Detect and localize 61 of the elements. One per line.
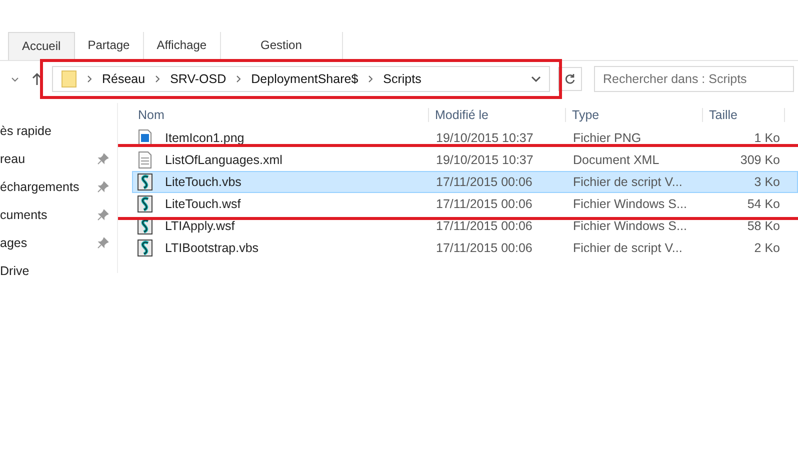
ribbon-tab[interactable]: Affichage xyxy=(144,32,221,60)
refresh-icon xyxy=(564,73,576,85)
modified-date: 19/10/2015 10:37 xyxy=(435,131,534,145)
folder-icon xyxy=(61,70,77,88)
ribbon-tab[interactable]: Accueil xyxy=(8,32,75,60)
file-name: LiteTouch.vbs xyxy=(164,175,242,189)
file-size: 309 Ko xyxy=(739,153,781,167)
nav-item[interactable]: ès rapide xyxy=(0,124,97,138)
script-file-icon xyxy=(137,195,153,213)
nav-item[interactable]: ages xyxy=(0,236,97,250)
file-size: 1 Ko xyxy=(753,131,781,145)
address-bar[interactable]: Réseau SRV-OSD DeploymentShare$ Scripts xyxy=(52,66,550,92)
script-file-icon xyxy=(137,173,153,191)
file-row[interactable]: LTIBootstrap.vbs 17/11/2015 00:06 Fichier de script V... 2 Ko xyxy=(132,237,798,259)
breadcrumb[interactable]: SRV-OSD xyxy=(170,72,226,86)
column-header[interactable]: Type xyxy=(566,108,703,122)
file-name: LTIApply.wsf xyxy=(164,219,235,233)
file-name: LiteTouch.wsf xyxy=(164,197,241,211)
file-size: 3 Ko xyxy=(753,175,781,189)
file-type: Fichier PNG xyxy=(572,131,642,145)
file-type: Fichier de script V... xyxy=(572,175,684,189)
nav-item[interactable]: échargements xyxy=(0,180,97,194)
breadcrumb[interactable]: Réseau xyxy=(102,72,146,86)
file-size: 2 Ko xyxy=(753,241,781,255)
file-row[interactable]: LiteTouch.wsf 17/11/2015 00:06 Fichier Windows S... 54 Ko xyxy=(132,193,798,215)
nav-item[interactable]: reau xyxy=(0,152,97,166)
chevron-right-icon xyxy=(367,75,374,83)
nav-item[interactable]: cuments xyxy=(0,208,97,222)
breadcrumb[interactable]: DeploymentShare$ xyxy=(251,72,358,86)
file-row[interactable]: LTIApply.wsf 17/11/2015 00:06 Fichier Windows S... 58 Ko xyxy=(132,215,798,237)
file-type: Fichier de script V... xyxy=(572,241,684,255)
file-row[interactable]: LiteTouch.vbs 17/11/2015 00:06 Fichier de script V... 3 Ko xyxy=(132,171,798,193)
file-type: Document XML xyxy=(572,153,660,167)
breadcrumb[interactable]: Scripts xyxy=(383,72,422,86)
script-file-icon xyxy=(137,239,153,257)
file-name: ItemIcon1.png xyxy=(164,131,244,145)
modified-date: 17/11/2015 00:06 xyxy=(435,219,534,233)
chevron-right-icon xyxy=(154,75,162,83)
modified-date: 17/11/2015 00:06 xyxy=(435,175,534,189)
column-header[interactable]: Nom xyxy=(132,108,429,122)
ribbon-tab[interactable]: Partage xyxy=(74,32,144,60)
document-file-icon xyxy=(137,151,153,169)
column-header[interactable]: Taille xyxy=(703,108,785,122)
search-field[interactable]: Rechercher dans : Scripts xyxy=(594,66,794,92)
file-type: Fichier Windows S... xyxy=(572,219,688,233)
column-header[interactable]: Modifié le xyxy=(429,108,566,122)
chevron-down-icon[interactable] xyxy=(531,75,541,83)
file-size: 54 Ko xyxy=(746,197,781,211)
file-name: ListOfLanguages.xml xyxy=(164,153,282,167)
file-row[interactable]: ListOfLanguages.xml 19/10/2015 10:37 Document XML 309 Ko xyxy=(132,149,798,171)
file-type: Fichier Windows S... xyxy=(572,197,688,211)
chevron-right-icon xyxy=(86,75,93,83)
file-size: 58 Ko xyxy=(746,219,781,233)
modified-date: 17/11/2015 00:06 xyxy=(435,241,534,255)
ribbon-tab[interactable]: Gestion xyxy=(220,32,343,60)
nav-item[interactable]: Drive xyxy=(0,264,97,278)
chevron-right-icon xyxy=(235,75,242,83)
modified-date: 17/11/2015 00:06 xyxy=(435,197,534,211)
file-row[interactable]: ItemIcon1.png 19/10/2015 10:37 Fichier PNG 1 Ko xyxy=(132,127,798,149)
file-name: LTIBootstrap.vbs xyxy=(164,241,259,255)
modified-date: 19/10/2015 10:37 xyxy=(435,153,534,167)
